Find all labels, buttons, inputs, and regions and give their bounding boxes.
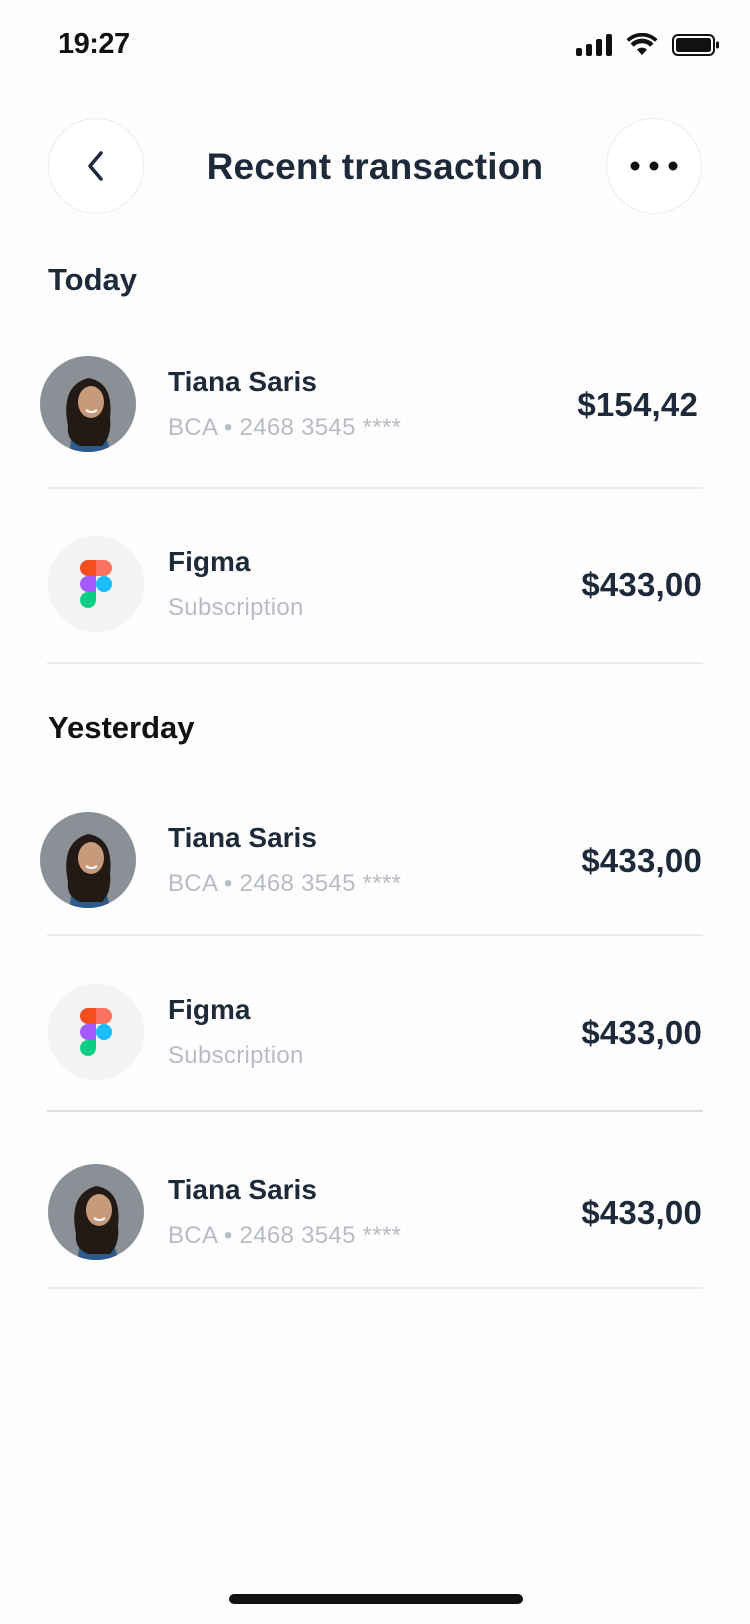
home-indicator[interactable] [229,1594,523,1604]
avatar [40,812,136,908]
cellular-signal-icon [576,34,612,56]
figma-logo-icon [80,1008,112,1056]
status-bar: 19:27 [0,0,750,96]
divider [47,487,703,489]
more-options-button[interactable] [606,118,702,214]
avatar [48,1164,144,1260]
battery-icon [672,34,719,56]
transaction-subtitle: BCA • 2468 3545 **** [168,1222,402,1249]
transaction-name: Tiana Saris [168,822,317,853]
transaction-name: Figma [168,546,251,577]
divider [47,1110,703,1112]
transaction-subtitle: BCA • 2468 3545 **** [168,414,402,441]
transaction-amount: $433,00 [581,1194,702,1231]
transaction-amount: $433,00 [581,566,702,603]
transaction-amount: $433,00 [581,842,702,879]
transaction-subtitle: BCA • 2468 3545 **** [168,870,402,897]
section-title-today: Today [48,262,137,297]
divider [47,1287,703,1289]
transaction-subtitle: Subscription [168,1042,304,1069]
figma-logo-icon [80,560,112,608]
transaction-name: Figma [168,994,251,1025]
transaction-name: Tiana Saris [168,1174,317,1205]
transaction-row[interactable]: Figma Subscription $433,00 [0,984,750,1160]
transaction-subtitle: Subscription [168,594,304,621]
more-horizontal-icon [630,161,678,171]
divider [47,662,703,664]
transaction-row[interactable]: Tiana Saris BCA • 2468 3545 **** $433,00 [0,1164,750,1340]
status-icons [576,33,720,57]
transaction-row[interactable]: Tiana Saris BCA • 2468 3545 **** $433,00 [0,812,750,988]
transaction-row[interactable]: Figma Subscription $433,00 [0,536,750,712]
transaction-amount: $433,00 [581,1014,702,1051]
transaction-amount: $154,42 [577,386,698,423]
figma-logo-badge [48,536,144,632]
wifi-icon [626,33,658,55]
transaction-row[interactable]: Tiana Saris BCA • 2468 3545 **** $154,42 [0,356,750,532]
header: Recent transaction [0,118,750,214]
status-time: 19:27 [58,28,130,60]
screen: 19:27 Recent transaction Today Tiana Sar… [0,0,750,1624]
divider [47,934,703,936]
section-title-yesterday: Yesterday [48,710,195,745]
figma-logo-badge [48,984,144,1080]
transaction-name: Tiana Saris [168,366,317,397]
avatar [40,356,136,452]
